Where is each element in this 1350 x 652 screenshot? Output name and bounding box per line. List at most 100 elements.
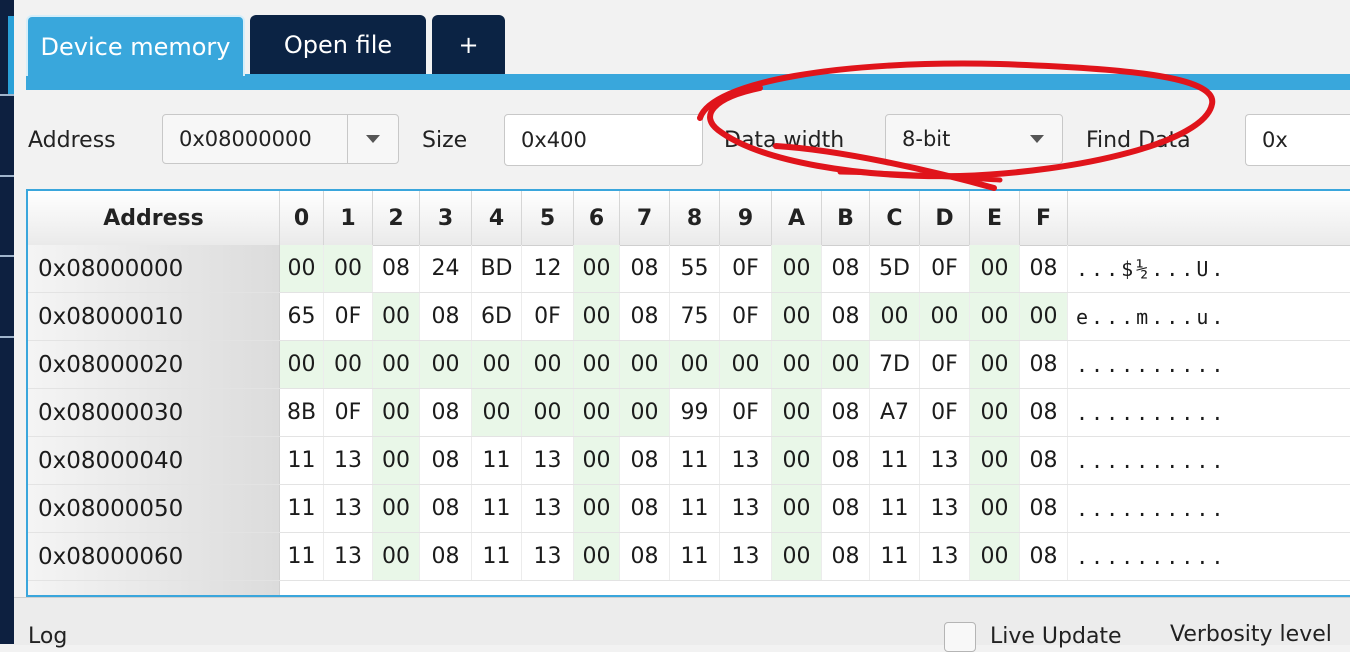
byte-cell[interactable]: 0F xyxy=(720,389,772,436)
byte-cell[interactable]: 08 xyxy=(373,245,420,292)
byte-cell[interactable]: 11 xyxy=(280,437,324,484)
table-row[interactable]: 0x08000050 11 13 00 08 11 13 00 08 11 13 00 08 11 13 00… xyxy=(28,485,1350,533)
size-input[interactable]: 0x400 xyxy=(504,114,703,166)
tab-add-button[interactable]: + xyxy=(432,15,505,74)
byte-cell[interactable]: 00 xyxy=(772,533,822,580)
live-update-checkbox[interactable] xyxy=(944,622,976,652)
byte-cell[interactable]: 11 xyxy=(670,485,720,532)
byte-cell[interactable]: 00 xyxy=(720,341,772,388)
byte-cell[interactable]: 00 xyxy=(280,341,324,388)
byte-cell[interactable]: 00 xyxy=(1020,293,1068,340)
header-col[interactable]: 1 xyxy=(324,191,373,245)
byte-cell[interactable]: 00 xyxy=(472,341,522,388)
table-row[interactable]: 0x08000040 11 13 00 08 11 13 00 08 11 13 00 08 11 13 00… xyxy=(28,437,1350,485)
byte-cell[interactable]: 13 xyxy=(720,533,772,580)
byte-cell[interactable]: 00 xyxy=(772,389,822,436)
byte-cell[interactable]: 00 xyxy=(620,341,670,388)
tab-open-file[interactable]: Open file xyxy=(250,15,426,74)
byte-cell[interactable]: 0F xyxy=(920,245,970,292)
address-dropdown-button[interactable] xyxy=(347,115,398,163)
byte-cell[interactable]: 08 xyxy=(822,437,870,484)
byte-cell[interactable]: 00 xyxy=(574,245,620,292)
byte-cell[interactable]: 08 xyxy=(822,293,870,340)
table-row[interactable]: 0x08000020 00 00 00 00 00 00 00 00 00 00 00 00 7D 0F 00… xyxy=(28,341,1350,389)
byte-cell[interactable]: 13 xyxy=(720,485,772,532)
byte-cell[interactable]: 13 xyxy=(522,485,574,532)
byte-cell[interactable]: 00 xyxy=(870,293,920,340)
byte-cell[interactable]: 00 xyxy=(772,293,822,340)
address-value[interactable]: 0x08000000 xyxy=(163,127,347,151)
byte-cell[interactable]: 11 xyxy=(870,533,920,580)
header-col[interactable]: 6 xyxy=(574,191,620,245)
byte-cell[interactable]: 00 xyxy=(970,293,1020,340)
byte-cell[interactable]: 13 xyxy=(522,533,574,580)
byte-cell[interactable]: 11 xyxy=(472,437,522,484)
table-row[interactable]: 0x08000060 11 13 00 08 11 13 00 08 11 13 00 08 11 13 00… xyxy=(28,533,1350,581)
byte-cell[interactable]: 00 xyxy=(522,389,574,436)
header-col[interactable]: 4 xyxy=(472,191,522,245)
byte-cell[interactable]: 00 xyxy=(373,341,420,388)
byte-cell[interactable]: 99 xyxy=(670,389,720,436)
byte-cell[interactable]: 7D xyxy=(870,341,920,388)
header-col[interactable]: E xyxy=(970,191,1020,245)
byte-cell[interactable]: 08 xyxy=(620,293,670,340)
byte-cell[interactable]: 00 xyxy=(280,245,324,292)
byte-cell[interactable]: 11 xyxy=(670,533,720,580)
byte-cell[interactable]: 13 xyxy=(920,485,970,532)
byte-cell[interactable]: 13 xyxy=(920,533,970,580)
byte-cell[interactable]: 00 xyxy=(970,533,1020,580)
byte-cell[interactable]: 0F xyxy=(920,341,970,388)
header-col[interactable]: D xyxy=(920,191,970,245)
byte-cell[interactable]: 8B xyxy=(280,389,324,436)
byte-cell[interactable]: 00 xyxy=(822,341,870,388)
byte-cell[interactable]: 00 xyxy=(373,437,420,484)
byte-cell[interactable]: 0F xyxy=(324,389,373,436)
byte-cell[interactable]: 0F xyxy=(920,389,970,436)
byte-cell[interactable]: 13 xyxy=(522,437,574,484)
byte-cell[interactable]: 00 xyxy=(373,533,420,580)
byte-cell[interactable]: 00 xyxy=(574,533,620,580)
byte-cell[interactable]: 65 xyxy=(280,293,324,340)
byte-cell[interactable]: 13 xyxy=(920,437,970,484)
table-row[interactable]: 0x08000030 8B 0F 00 08 00 00 00 00 99 0F 00 08 A7 0F 00… xyxy=(28,389,1350,437)
header-col[interactable]: 9 xyxy=(720,191,772,245)
byte-cell[interactable]: 00 xyxy=(574,389,620,436)
byte-cell[interactable]: 00 xyxy=(574,341,620,388)
byte-cell[interactable]: 11 xyxy=(280,533,324,580)
header-col[interactable]: A xyxy=(772,191,822,245)
byte-cell[interactable]: 11 xyxy=(472,485,522,532)
byte-cell[interactable]: 00 xyxy=(670,341,720,388)
byte-cell[interactable]: 00 xyxy=(472,389,522,436)
byte-cell[interactable]: 6D xyxy=(472,293,522,340)
byte-cell[interactable]: 11 xyxy=(870,437,920,484)
byte-cell[interactable]: 00 xyxy=(574,293,620,340)
byte-cell[interactable]: 00 xyxy=(772,485,822,532)
byte-cell[interactable]: 00 xyxy=(324,245,373,292)
byte-cell[interactable]: 00 xyxy=(970,485,1020,532)
byte-cell[interactable]: 11 xyxy=(472,533,522,580)
data-width-dropdown-button[interactable] xyxy=(1012,115,1062,163)
byte-cell[interactable]: 08 xyxy=(1020,437,1068,484)
byte-cell[interactable]: 11 xyxy=(870,485,920,532)
byte-cell[interactable]: 08 xyxy=(822,389,870,436)
table-row[interactable]: 0x08000010 65 0F 00 08 6D 0F 00 08 75 0F 00 08 00 00 00… xyxy=(28,293,1350,341)
header-col[interactable]: C xyxy=(870,191,920,245)
byte-cell[interactable]: 13 xyxy=(324,485,373,532)
find-data-input[interactable]: 0x xyxy=(1245,114,1350,166)
byte-cell[interactable]: 00 xyxy=(970,437,1020,484)
byte-cell[interactable]: 08 xyxy=(822,485,870,532)
byte-cell[interactable]: 75 xyxy=(670,293,720,340)
byte-cell[interactable]: 00 xyxy=(772,437,822,484)
byte-cell[interactable]: 5D xyxy=(870,245,920,292)
byte-cell[interactable]: 11 xyxy=(670,437,720,484)
byte-cell[interactable]: 08 xyxy=(420,533,472,580)
byte-cell[interactable]: 00 xyxy=(574,485,620,532)
table-row[interactable]: 0x08000000 00 00 08 24 BD 12 00 08 55 0F 00 08 5D 0F 00… xyxy=(28,245,1350,293)
byte-cell[interactable]: 00 xyxy=(920,293,970,340)
byte-cell[interactable]: 00 xyxy=(574,437,620,484)
byte-cell[interactable]: 08 xyxy=(1020,485,1068,532)
byte-cell[interactable]: BD xyxy=(472,245,522,292)
header-col[interactable]: 7 xyxy=(620,191,670,245)
byte-cell[interactable]: 08 xyxy=(420,437,472,484)
header-col[interactable]: 2 xyxy=(373,191,420,245)
